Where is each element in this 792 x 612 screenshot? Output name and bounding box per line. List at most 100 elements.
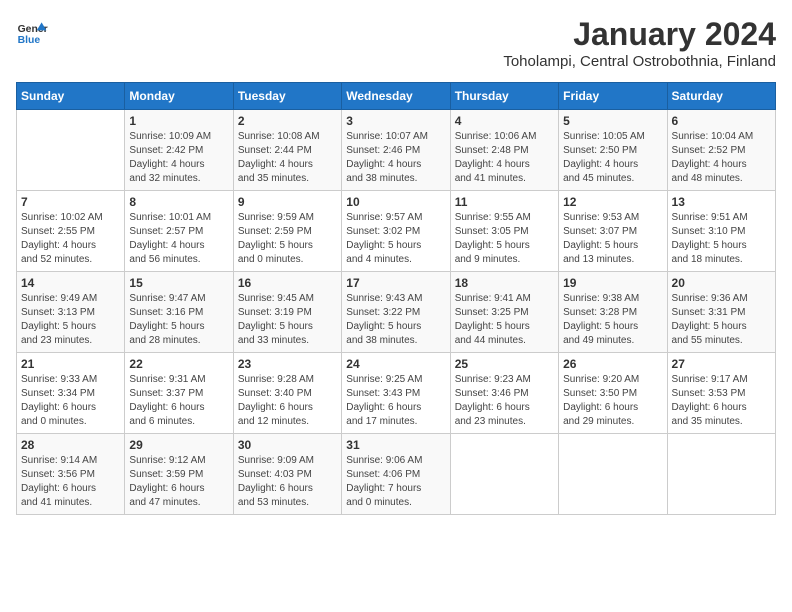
calendar-cell: 3 Sunrise: 10:07 AM Sunset: 2:46 PM Dayli… xyxy=(342,110,450,191)
day-number: 22 xyxy=(129,357,228,371)
day-number: 8 xyxy=(129,195,228,209)
day-info: Sunrise: 9:12 AM Sunset: 3:59 PM Dayligh… xyxy=(129,454,228,510)
day-number: 3 xyxy=(346,114,445,128)
calendar-cell: 9 Sunrise: 9:59 AM Sunset: 2:59 PM Daylig… xyxy=(233,191,341,272)
day-number: 20 xyxy=(672,276,771,290)
day-info: Sunrise: 10:05 AM Sunset: 2:50 PM Daylig… xyxy=(563,130,662,186)
day-number: 12 xyxy=(563,195,662,209)
day-info: Sunrise: 9:59 AM Sunset: 2:59 PM Dayligh… xyxy=(238,211,337,267)
calendar-cell: 21 Sunrise: 9:33 AM Sunset: 3:34 PM Dayli… xyxy=(17,353,125,434)
calendar-cell: 25 Sunrise: 9:23 AM Sunset: 3:46 PM Dayli… xyxy=(450,353,558,434)
day-info: Sunrise: 9:49 AM Sunset: 3:13 PM Dayligh… xyxy=(21,292,120,348)
day-info: Sunrise: 9:20 AM Sunset: 3:50 PM Dayligh… xyxy=(563,373,662,429)
day-number: 2 xyxy=(238,114,337,128)
day-info: Sunrise: 9:38 AM Sunset: 3:28 PM Dayligh… xyxy=(563,292,662,348)
calendar-cell: 28Sunrise: 9:14 AM Sunset: 3:56 PM Dayli… xyxy=(17,434,125,515)
day-info: Sunrise: 9:55 AM Sunset: 3:05 PM Dayligh… xyxy=(455,211,554,267)
calendar-cell xyxy=(559,434,667,515)
week-row-1: 1Sunrise: 10:09 AM Sunset: 2:42 PM Dayli… xyxy=(17,110,776,191)
day-info: Sunrise: 10:02 AM Sunset: 2:55 PM Daylig… xyxy=(21,211,120,267)
day-number: 4 xyxy=(455,114,554,128)
day-number: 13 xyxy=(672,195,771,209)
day-info: Sunrise: 9:36 AM Sunset: 3:31 PM Dayligh… xyxy=(672,292,771,348)
day-number: 6 xyxy=(672,114,771,128)
calendar-cell: 14Sunrise: 9:49 AM Sunset: 3:13 PM Dayli… xyxy=(17,272,125,353)
calendar-cell: 12 Sunrise: 9:53 AM Sunset: 3:07 PM Dayli… xyxy=(559,191,667,272)
title-area: January 2024 Toholampi, Central Ostrobot… xyxy=(503,16,776,70)
day-number: 9 xyxy=(238,195,337,209)
day-number: 27 xyxy=(672,357,771,371)
day-info: Sunrise: 9:31 AM Sunset: 3:37 PM Dayligh… xyxy=(129,373,228,429)
calendar-cell: 31 Sunrise: 9:06 AM Sunset: 4:06 PM Dayli… xyxy=(342,434,450,515)
day-number: 29 xyxy=(129,438,228,452)
day-info: Sunrise: 9:45 AM Sunset: 3:19 PM Dayligh… xyxy=(238,292,337,348)
calendar-cell: 26 Sunrise: 9:20 AM Sunset: 3:50 PM Dayli… xyxy=(559,353,667,434)
day-number: 10 xyxy=(346,195,445,209)
calendar-cell: 6 Sunrise: 10:04 AM Sunset: 2:52 PM Dayli… xyxy=(667,110,775,191)
calendar-cell: 27 Sunrise: 9:17 AM Sunset: 3:53 PM Dayli… xyxy=(667,353,775,434)
day-info: Sunrise: 10:07 AM Sunset: 2:46 PM Daylig… xyxy=(346,130,445,186)
calendar-cell: 18Sunrise: 9:41 AM Sunset: 3:25 PM Dayli… xyxy=(450,272,558,353)
weekday-header-row: SundayMondayTuesdayWednesdayThursdayFrid… xyxy=(17,83,776,110)
logo-icon: General Blue xyxy=(16,16,48,48)
calendar-cell: 1Sunrise: 10:09 AM Sunset: 2:42 PM Dayli… xyxy=(125,110,233,191)
calendar-cell: 19 Sunrise: 9:38 AM Sunset: 3:28 PM Dayli… xyxy=(559,272,667,353)
calendar-cell: 29 Sunrise: 9:12 AM Sunset: 3:59 PM Dayli… xyxy=(125,434,233,515)
day-info: Sunrise: 9:53 AM Sunset: 3:07 PM Dayligh… xyxy=(563,211,662,267)
calendar-cell: 24Sunrise: 9:25 AM Sunset: 3:43 PM Dayli… xyxy=(342,353,450,434)
day-number: 21 xyxy=(21,357,120,371)
day-info: Sunrise: 9:17 AM Sunset: 3:53 PM Dayligh… xyxy=(672,373,771,429)
weekday-header-friday: Friday xyxy=(559,83,667,110)
calendar-table: SundayMondayTuesdayWednesdayThursdayFrid… xyxy=(16,82,776,515)
logo: General Blue xyxy=(16,16,48,48)
day-info: Sunrise: 9:33 AM Sunset: 3:34 PM Dayligh… xyxy=(21,373,120,429)
day-info: Sunrise: 10:06 AM Sunset: 2:48 PM Daylig… xyxy=(455,130,554,186)
calendar-cell xyxy=(450,434,558,515)
weekday-header-saturday: Saturday xyxy=(667,83,775,110)
week-row-4: 21 Sunrise: 9:33 AM Sunset: 3:34 PM Dayli… xyxy=(17,353,776,434)
calendar-cell: 16 Sunrise: 9:45 AM Sunset: 3:19 PM Dayli… xyxy=(233,272,341,353)
calendar-cell: 23 Sunrise: 9:28 AM Sunset: 3:40 PM Dayli… xyxy=(233,353,341,434)
weekday-header-thursday: Thursday xyxy=(450,83,558,110)
day-number: 26 xyxy=(563,357,662,371)
calendar-cell: 2Sunrise: 10:08 AM Sunset: 2:44 PM Dayli… xyxy=(233,110,341,191)
day-info: Sunrise: 9:43 AM Sunset: 3:22 PM Dayligh… xyxy=(346,292,445,348)
svg-text:Blue: Blue xyxy=(18,35,41,46)
calendar-cell xyxy=(667,434,775,515)
weekday-header-wednesday: Wednesday xyxy=(342,83,450,110)
day-info: Sunrise: 9:47 AM Sunset: 3:16 PM Dayligh… xyxy=(129,292,228,348)
day-number: 31 xyxy=(346,438,445,452)
calendar-cell xyxy=(17,110,125,191)
day-info: Sunrise: 9:09 AM Sunset: 4:03 PM Dayligh… xyxy=(238,454,337,510)
day-number: 7 xyxy=(21,195,120,209)
day-info: Sunrise: 9:14 AM Sunset: 3:56 PM Dayligh… xyxy=(21,454,120,510)
day-info: Sunrise: 10:04 AM Sunset: 2:52 PM Daylig… xyxy=(672,130,771,186)
day-number: 24 xyxy=(346,357,445,371)
day-info: Sunrise: 9:23 AM Sunset: 3:46 PM Dayligh… xyxy=(455,373,554,429)
day-info: Sunrise: 9:51 AM Sunset: 3:10 PM Dayligh… xyxy=(672,211,771,267)
weekday-header-tuesday: Tuesday xyxy=(233,83,341,110)
calendar-cell: 30Sunrise: 9:09 AM Sunset: 4:03 PM Dayli… xyxy=(233,434,341,515)
calendar-cell: 22 Sunrise: 9:31 AM Sunset: 3:37 PM Dayli… xyxy=(125,353,233,434)
weekday-header-sunday: Sunday xyxy=(17,83,125,110)
calendar-cell: 5Sunrise: 10:05 AM Sunset: 2:50 PM Dayli… xyxy=(559,110,667,191)
calendar-cell: 8 Sunrise: 10:01 AM Sunset: 2:57 PM Dayli… xyxy=(125,191,233,272)
calendar-cell: 7 Sunrise: 10:02 AM Sunset: 2:55 PM Dayli… xyxy=(17,191,125,272)
day-number: 23 xyxy=(238,357,337,371)
day-info: Sunrise: 9:28 AM Sunset: 3:40 PM Dayligh… xyxy=(238,373,337,429)
day-number: 25 xyxy=(455,357,554,371)
calendar-cell: 4 Sunrise: 10:06 AM Sunset: 2:48 PM Dayli… xyxy=(450,110,558,191)
calendar-cell: 11Sunrise: 9:55 AM Sunset: 3:05 PM Dayli… xyxy=(450,191,558,272)
day-number: 16 xyxy=(238,276,337,290)
week-row-2: 7 Sunrise: 10:02 AM Sunset: 2:55 PM Dayli… xyxy=(17,191,776,272)
calendar-cell: 20 Sunrise: 9:36 AM Sunset: 3:31 PM Dayli… xyxy=(667,272,775,353)
day-number: 1 xyxy=(129,114,228,128)
day-info: Sunrise: 9:57 AM Sunset: 3:02 PM Dayligh… xyxy=(346,211,445,267)
day-info: Sunrise: 9:06 AM Sunset: 4:06 PM Dayligh… xyxy=(346,454,445,510)
calendar-cell: 17 Sunrise: 9:43 AM Sunset: 3:22 PM Dayli… xyxy=(342,272,450,353)
day-info: Sunrise: 10:01 AM Sunset: 2:57 PM Daylig… xyxy=(129,211,228,267)
main-title: January 2024 xyxy=(503,16,776,53)
day-number: 17 xyxy=(346,276,445,290)
day-info: Sunrise: 9:41 AM Sunset: 3:25 PM Dayligh… xyxy=(455,292,554,348)
day-number: 19 xyxy=(563,276,662,290)
